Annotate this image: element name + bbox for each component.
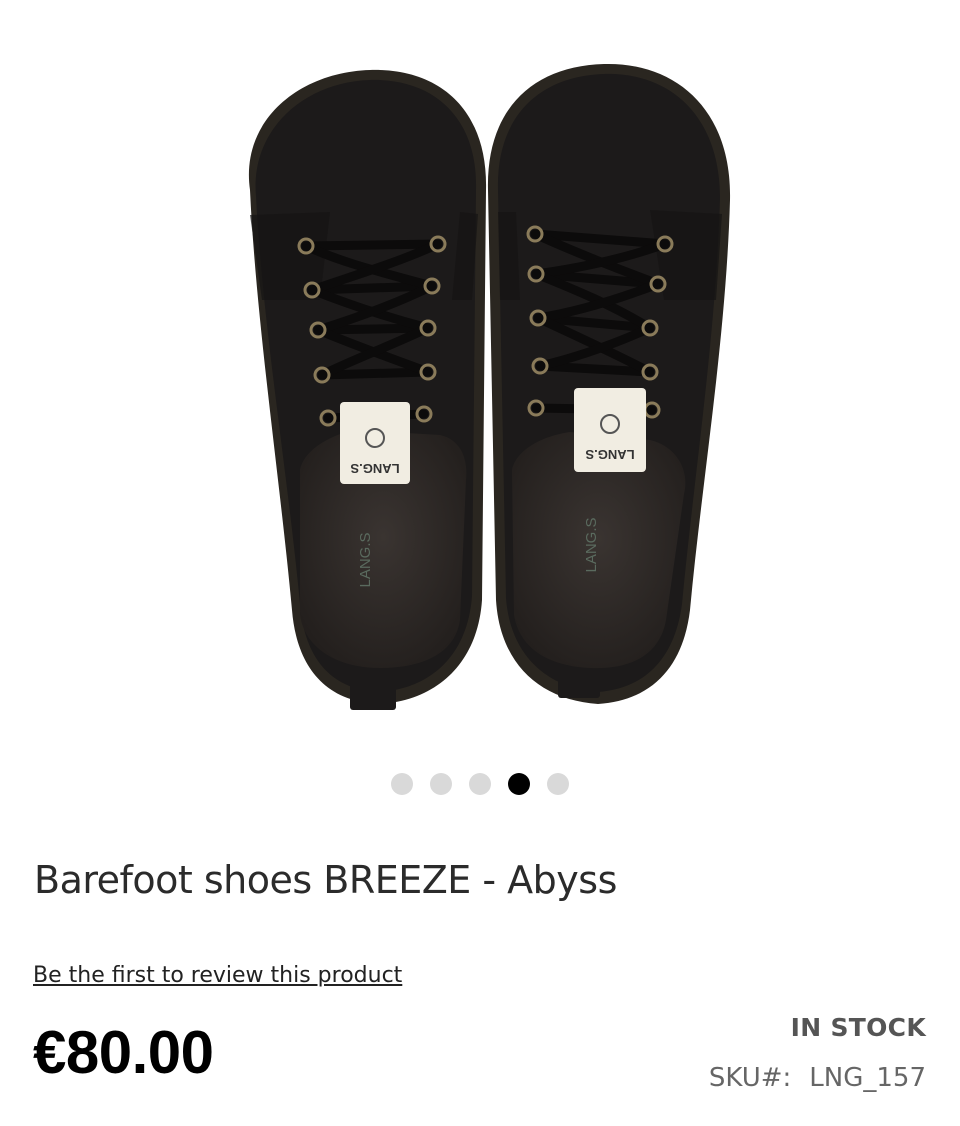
svg-text:LANG.S: LANG.S	[357, 532, 374, 587]
svg-text:LANG.S: LANG.S	[350, 461, 399, 476]
stock-status: IN STOCK	[790, 1013, 926, 1042]
sku: SKU#: LNG_157	[709, 1063, 926, 1093]
gallery-dot-4-active[interactable]	[508, 773, 530, 795]
sku-value: LNG_157	[809, 1063, 926, 1093]
right-shoe: LANG.S LANG.S	[487, 63, 731, 704]
gallery-dot-2[interactable]	[430, 773, 452, 795]
review-link[interactable]: Be the first to review this product	[33, 963, 402, 988]
svg-text:LANG.S: LANG.S	[585, 447, 634, 462]
product-price: €80.00	[33, 1019, 214, 1086]
left-shoe: LANG.S LANG.S	[248, 69, 487, 710]
product-title: Barefoot shoes BREEZE - Abyss	[34, 858, 617, 902]
product-image-gallery[interactable]: LANG.S LANG.S LANG.S LANG.S	[0, 0, 960, 760]
gallery-pagination	[0, 772, 960, 796]
gallery-dot-3[interactable]	[469, 773, 491, 795]
svg-text:LANG.S: LANG.S	[583, 517, 600, 572]
product-image: LANG.S LANG.S LANG.S LANG.S	[248, 63, 731, 710]
gallery-dot-5[interactable]	[547, 773, 569, 795]
sku-label: SKU#:	[708, 1063, 792, 1093]
gallery-dot-1[interactable]	[391, 773, 413, 795]
